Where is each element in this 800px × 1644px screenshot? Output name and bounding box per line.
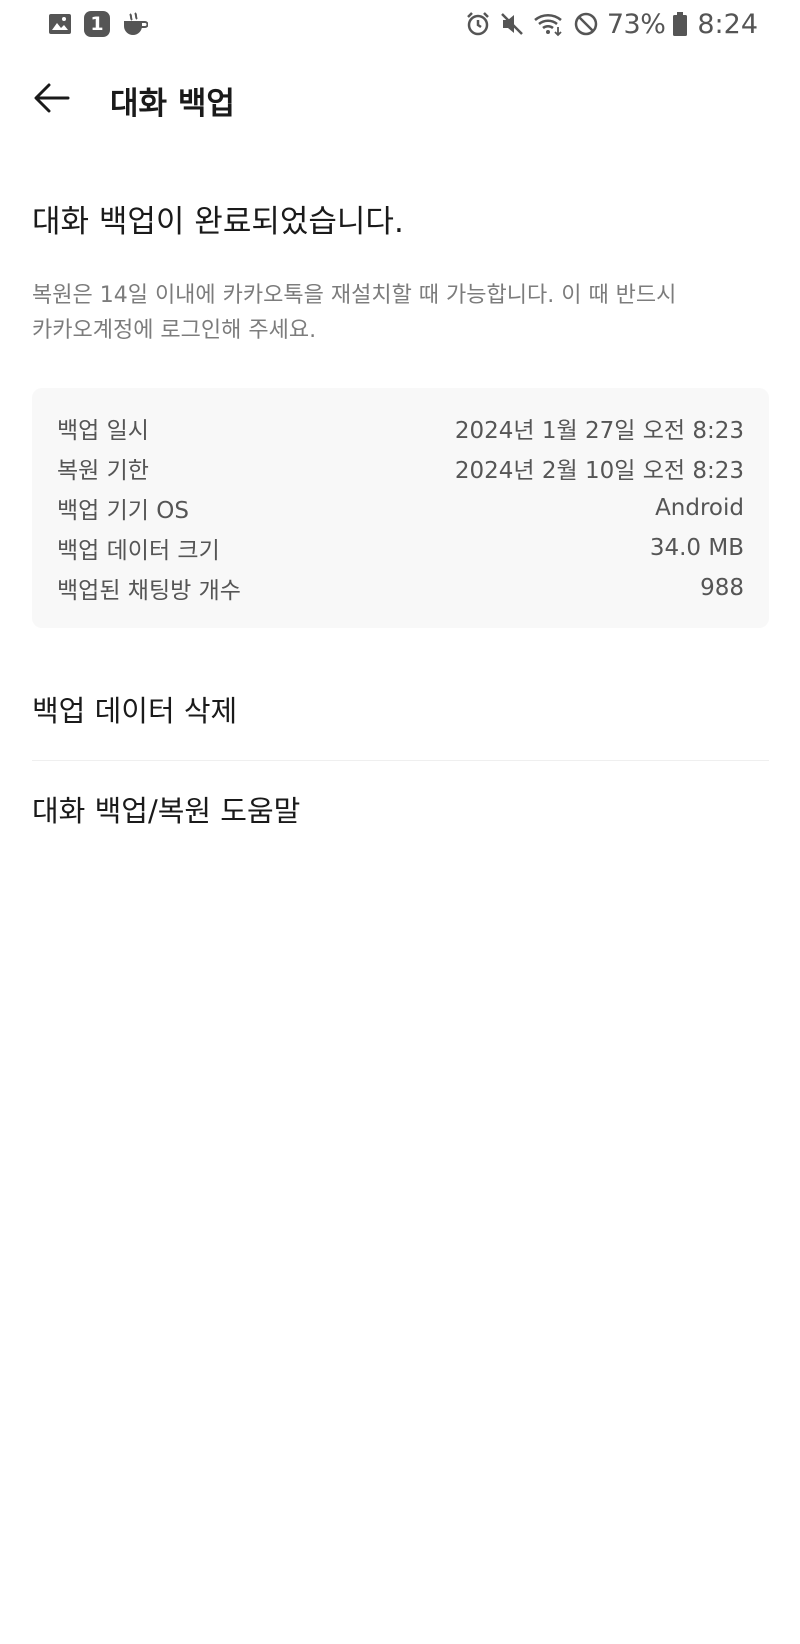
back-arrow-icon [34, 83, 70, 117]
alarm-icon [465, 11, 491, 37]
notification-count: 1 [90, 13, 104, 35]
divider [32, 760, 769, 761]
info-value: 2024년 2월 10일 오전 8:23 [454, 458, 744, 484]
info-row-chatroom-count: 백업된 채팅방 개수 988 [57, 568, 744, 608]
info-label: 백업 일시 [57, 418, 149, 444]
info-value: 34.0 MB [649, 535, 744, 561]
do-not-disturb-icon [573, 11, 599, 37]
status-left-icons: 1 [48, 8, 148, 40]
status-right-icons: 73% 8:24 [465, 8, 758, 40]
info-value: 2024년 1월 27일 오전 8:23 [454, 418, 744, 444]
info-label: 백업 기기 OS [57, 498, 189, 524]
battery-percent: 73% [606, 8, 666, 40]
restore-description-line-2: 카카오계정에 로그인해 주세요. [32, 318, 317, 343]
info-label: 백업 데이터 크기 [57, 538, 220, 564]
status-bar: 1 73% 8:24 [0, 0, 800, 48]
back-button[interactable] [22, 70, 82, 130]
restore-description: 복원은 14일 이내에 카카오톡을 재설치할 때 가능합니다. 이 때 반드시 … [32, 278, 732, 348]
info-label: 백업된 채팅방 개수 [57, 578, 241, 604]
info-value: Android [655, 495, 744, 521]
backup-complete-headline: 대화 백업이 완료되었습니다. [32, 204, 404, 240]
backup-info-card: 백업 일시 2024년 1월 27일 오전 8:23 복원 기한 2024년 2… [32, 388, 769, 628]
app-bar: 대화 백업 [0, 58, 800, 144]
restore-description-line-1: 복원은 14일 이내에 카카오톡을 재설치할 때 가능합니다. 이 때 반드시 [32, 283, 677, 308]
wifi-icon [533, 11, 565, 37]
backup-restore-help-link[interactable]: 대화 백업/복원 도움말 [32, 788, 769, 834]
gallery-icon [48, 12, 72, 36]
battery-icon [673, 12, 688, 36]
status-time: 8:24 [697, 8, 758, 40]
coffee-icon [122, 12, 148, 36]
info-row-device-os: 백업 기기 OS Android [57, 488, 744, 528]
notification-count-icon: 1 [84, 11, 110, 37]
delete-backup-data-button[interactable]: 백업 데이터 삭제 [32, 688, 769, 734]
info-label: 복원 기한 [57, 458, 149, 484]
page-title: 대화 백업 [110, 86, 235, 122]
info-row-restore-deadline: 복원 기한 2024년 2월 10일 오전 8:23 [57, 448, 744, 488]
info-row-backup-datetime: 백업 일시 2024년 1월 27일 오전 8:23 [57, 408, 744, 448]
mute-icon [499, 11, 525, 37]
info-value: 988 [700, 575, 744, 601]
info-row-data-size: 백업 데이터 크기 34.0 MB [57, 528, 744, 568]
